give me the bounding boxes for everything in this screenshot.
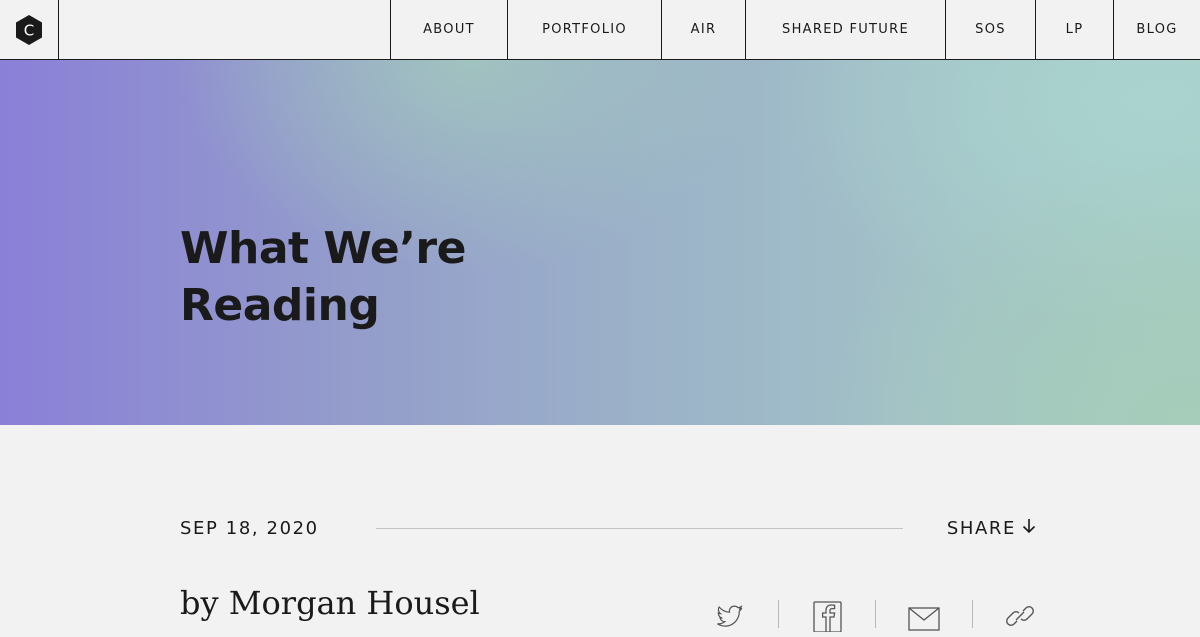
- nav-lp[interactable]: LP: [1035, 0, 1113, 59]
- article-meta: SEP 18, 2020 SHARE: [180, 514, 1036, 544]
- logo-letter: C: [24, 21, 34, 39]
- top-navbar: C ABOUT PORTFOLIO AIR SHARED FUTURE SOS …: [0, 0, 1200, 60]
- publish-date: SEP 18, 2020: [180, 518, 319, 539]
- share-label: SHARE: [946, 518, 1016, 539]
- author-byline: by Morgan Housel: [180, 584, 480, 622]
- link-icon[interactable]: [1004, 600, 1038, 634]
- email-icon[interactable]: [908, 600, 942, 634]
- hero-banner: What We’re Reading: [0, 60, 1200, 425]
- page-title: What We’re Reading: [180, 220, 600, 334]
- social-separator: [875, 600, 876, 628]
- page-title-line2: Reading: [180, 280, 380, 331]
- share-button[interactable]: SHARE: [947, 518, 1036, 539]
- nav-sos[interactable]: SOS: [945, 0, 1035, 59]
- logo-link[interactable]: C: [0, 0, 59, 59]
- social-separator: [972, 600, 973, 628]
- hexagon-logo-icon: C: [16, 14, 42, 45]
- nav-about[interactable]: ABOUT: [390, 0, 507, 59]
- nav-shared-future[interactable]: SHARED FUTURE: [745, 0, 945, 59]
- arrow-down-icon: [1022, 518, 1036, 539]
- social-share-bar: [700, 596, 1050, 633]
- page-title-line1: What We’re: [180, 223, 466, 274]
- nav-air[interactable]: AIR: [661, 0, 745, 59]
- main-nav: ABOUT PORTFOLIO AIR SHARED FUTURE SOS LP…: [390, 0, 1200, 59]
- facebook-icon[interactable]: [812, 600, 846, 634]
- social-separator: [778, 600, 779, 628]
- meta-divider: [376, 528, 903, 529]
- nav-blog[interactable]: BLOG: [1113, 0, 1200, 59]
- twitter-icon[interactable]: [714, 600, 748, 634]
- nav-portfolio[interactable]: PORTFOLIO: [507, 0, 661, 59]
